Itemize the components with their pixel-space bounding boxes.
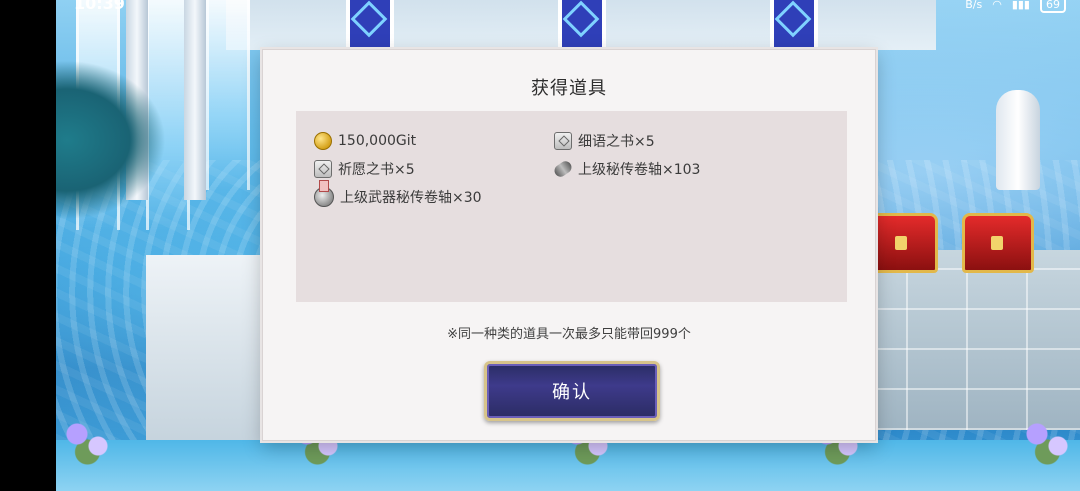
reward-item: 150,000Git bbox=[314, 129, 416, 153]
scroll-icon bbox=[552, 158, 574, 180]
book-icon bbox=[314, 160, 332, 178]
dialog-title: 获得道具 bbox=[531, 78, 607, 99]
flower-bush bbox=[56, 410, 126, 470]
reward-item: 上级武器秘传卷轴×30 bbox=[314, 180, 482, 209]
book-icon bbox=[554, 132, 572, 150]
banner-emblem-icon bbox=[774, 0, 812, 38]
column bbox=[184, 0, 206, 200]
carry-limit-note: ※同一种类的道具一次最多只能带回999个 bbox=[447, 327, 691, 342]
palm-leaves bbox=[56, 60, 166, 220]
status-indicators: B/s ◠ ▮▮▮ 69 bbox=[965, 0, 1066, 13]
status-time: 10:39 bbox=[74, 0, 125, 13]
weapon-scroll-icon bbox=[314, 180, 334, 207]
banner bbox=[558, 0, 606, 52]
reward-item: 细语之书×5 bbox=[554, 129, 655, 153]
reward-label: 150,000Git bbox=[338, 133, 417, 149]
net-speed: B/s bbox=[965, 0, 983, 11]
banner bbox=[770, 0, 818, 52]
palace-tower bbox=[996, 90, 1040, 190]
signal-icon: ▮▮▮ bbox=[1011, 0, 1030, 11]
confirm-button-label: 确认 bbox=[552, 382, 592, 403]
chest-lock-icon bbox=[991, 236, 1003, 250]
reward-label: 细语之书×5 bbox=[578, 134, 655, 150]
confirm-button[interactable]: 确认 bbox=[484, 361, 660, 421]
coin-icon bbox=[314, 132, 332, 150]
treasure-chest[interactable] bbox=[866, 213, 938, 273]
banner-emblem-icon bbox=[562, 0, 600, 38]
stone-platform bbox=[846, 250, 1080, 430]
reward-label: 上级秘传卷轴×103 bbox=[578, 162, 701, 178]
screen-left-bar bbox=[0, 0, 56, 491]
wifi-icon: ◠ bbox=[992, 0, 1002, 11]
banner-emblem-icon bbox=[350, 0, 388, 38]
reward-dialog: 获得道具 150,000Git 细语之书×5 祈愿之书×5 上级秘传卷轴×103… bbox=[262, 49, 876, 441]
battery-level: 69 bbox=[1040, 0, 1066, 13]
treasure-chest[interactable] bbox=[962, 213, 1034, 273]
reward-list-panel: 150,000Git 细语之书×5 祈愿之书×5 上级秘传卷轴×103 上级武器… bbox=[296, 111, 847, 302]
reward-item: 上级秘传卷轴×103 bbox=[552, 157, 701, 181]
chest-lock-icon bbox=[895, 236, 907, 250]
platform-tiles bbox=[846, 250, 1080, 430]
reward-label: 上级武器秘传卷轴×30 bbox=[340, 190, 482, 206]
reward-item: 祈愿之书×5 bbox=[314, 157, 415, 181]
flower-bush bbox=[1016, 410, 1080, 470]
waterfall bbox=[206, 0, 250, 190]
reward-label: 祈愿之书×5 bbox=[338, 162, 415, 178]
banner bbox=[346, 0, 394, 52]
